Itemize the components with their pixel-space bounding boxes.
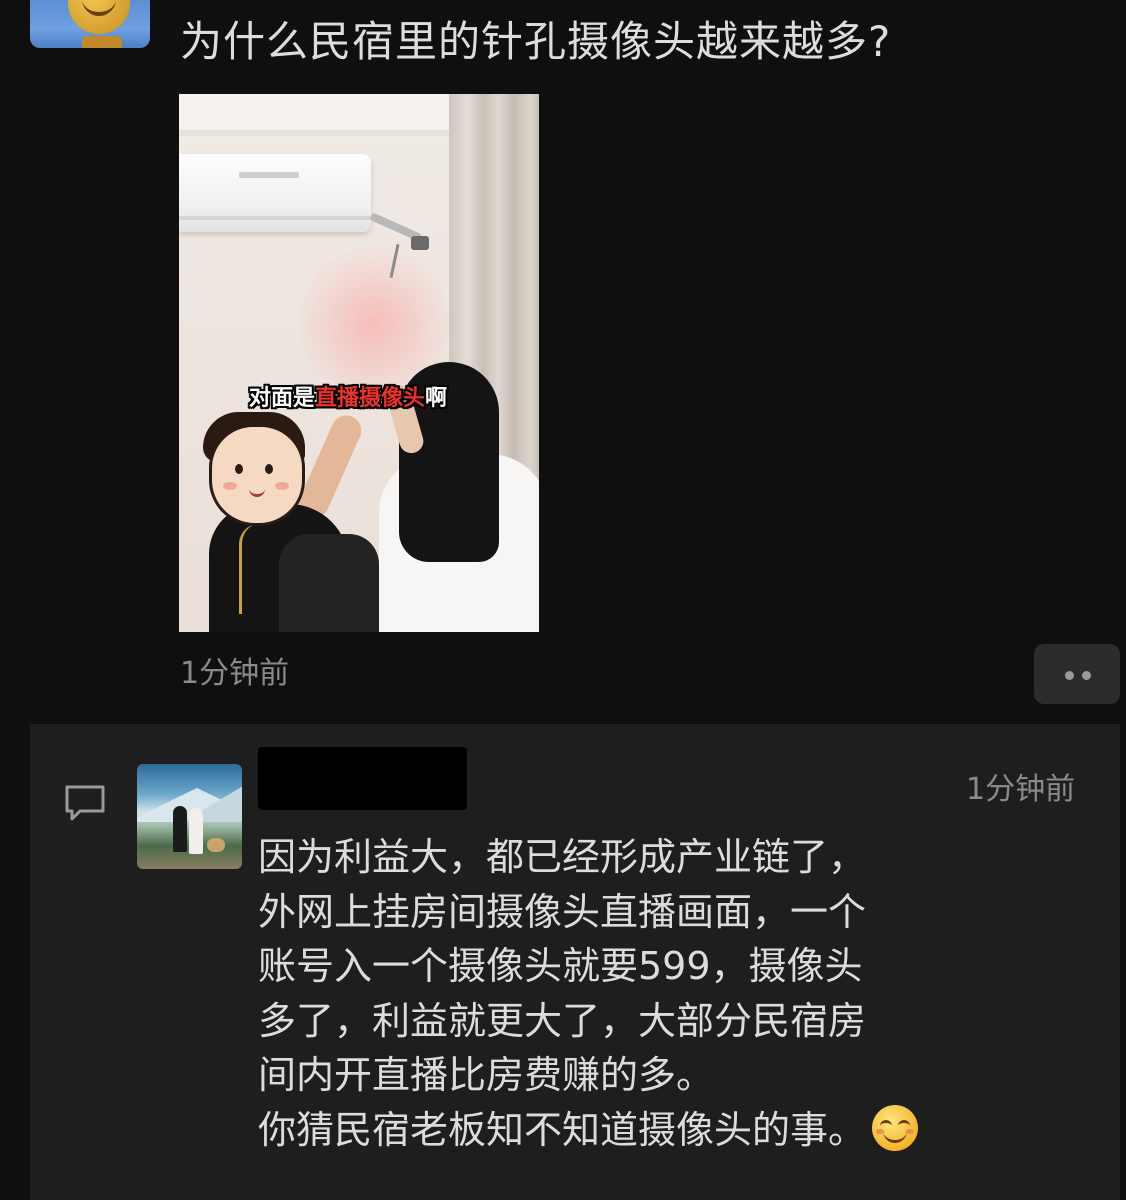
moments-page: 为什么民宿里的针孔摄像头越来越多? 对面是直播摄像头啊 1分钟前 1分钟前 因为… xyxy=(0,0,1126,1200)
image-caption: 对面是直播摄像头啊 xyxy=(249,386,448,411)
post-timestamp: 1分钟前 xyxy=(180,656,290,691)
grinning-smile-emoji-icon xyxy=(872,1105,919,1151)
comment-text[interactable]: 因为利益大，都已经形成产业链了， 外网上挂房间摄像头直播画面，一个 账号入一个摄… xyxy=(258,830,1018,1157)
comment-line: 间内开直播比房费赚的多。 xyxy=(258,1053,715,1097)
comment-line: 账号入一个摄像头就要599，摄像头 xyxy=(258,944,863,988)
ellipsis-icon xyxy=(1065,671,1074,680)
post-text: 为什么民宿里的针孔摄像头越来越多? xyxy=(180,17,892,66)
air-conditioner xyxy=(179,154,371,232)
post-image[interactable]: 对面是直播摄像头啊 xyxy=(179,94,539,632)
more-options-button[interactable] xyxy=(1034,644,1120,704)
comment-timestamp: 1分钟前 xyxy=(966,772,1076,807)
camera-icon xyxy=(411,236,429,250)
commenter-name-redacted xyxy=(258,747,467,810)
commenter-avatar[interactable] xyxy=(137,764,242,869)
comment-line: 多了，利益就更大了，大部分民宿房 xyxy=(258,998,867,1043)
cartoon-face-icon xyxy=(209,424,305,526)
comment-line: 外网上挂房间摄像头直播画面，一个 xyxy=(258,889,867,934)
speech-bubble-icon xyxy=(65,785,105,821)
post-author-avatar[interactable] xyxy=(30,0,150,48)
comment-line-last: 你猜民宿老板知不知道摄像头的事。 xyxy=(258,1103,1018,1158)
comment-line: 因为利益大，都已经形成产业链了， xyxy=(258,835,867,879)
smiley-figure-icon xyxy=(68,0,130,34)
